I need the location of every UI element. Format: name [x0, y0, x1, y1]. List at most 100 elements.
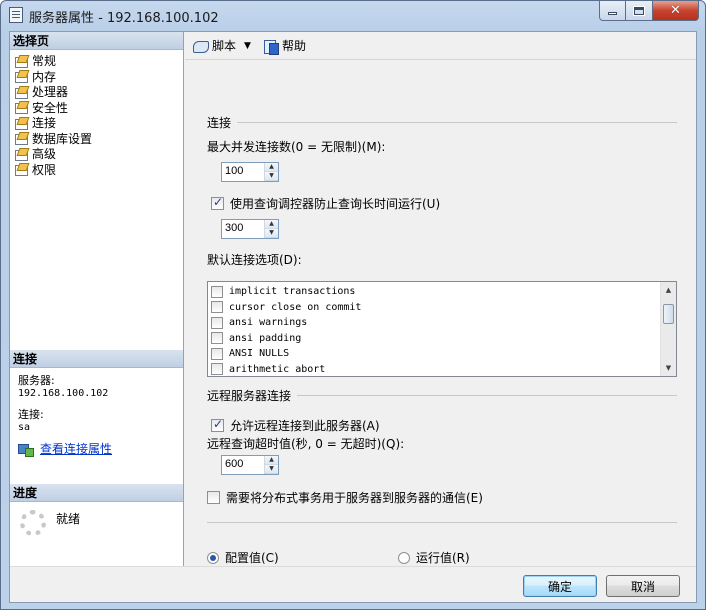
page-item-advanced[interactable]: 高级: [14, 146, 183, 162]
page-item-permissions[interactable]: 权限: [14, 162, 183, 178]
progress-status: 就绪: [56, 512, 81, 526]
ok-button[interactable]: 确定: [523, 575, 597, 597]
title-bar[interactable]: 服务器属性 - 192.168.100.102 ✕: [1, 1, 705, 29]
close-icon: ✕: [670, 3, 681, 18]
page-item-label: 数据库设置: [32, 131, 93, 146]
query-governor-checkbox[interactable]: 使用查询调控器防止查询长时间运行(U): [211, 195, 440, 212]
page-item-label: 高级: [32, 147, 57, 162]
server-value: 192.168.100.102: [18, 388, 109, 399]
page-item-general[interactable]: 常规: [14, 53, 183, 69]
option-label: ansi padding: [229, 332, 302, 344]
checkbox-icon[interactable]: [207, 491, 220, 504]
help-button[interactable]: 帮助: [263, 37, 306, 55]
default-options-label: 默认连接选项(D):: [207, 253, 302, 267]
view-connection-properties-link[interactable]: 查看连接属性: [18, 441, 175, 457]
connection-label: 连接:: [18, 408, 44, 421]
connections-group-title: 连接: [207, 114, 677, 131]
view-link-label: 查看连接属性: [40, 441, 113, 456]
options-scrollbar[interactable]: ▲ ▼: [660, 282, 676, 376]
progress-header: 进度: [10, 484, 183, 502]
radio-selected-icon[interactable]: [207, 551, 219, 564]
list-item[interactable]: ansi padding: [208, 331, 660, 347]
checkbox-icon[interactable]: [211, 316, 223, 329]
stepper-down-icon[interactable]: ▼: [265, 465, 278, 474]
remote-timeout-stepper[interactable]: 600 ▲ ▼: [221, 455, 279, 475]
checkbox-icon[interactable]: [211, 301, 223, 314]
query-governor-stepper[interactable]: 300 ▲ ▼: [221, 219, 279, 239]
default-options-list[interactable]: implicit transactions cursor close on co…: [207, 281, 677, 377]
stepper-up-icon[interactable]: ▲: [265, 220, 278, 229]
left-pane: 选择页 常规 内存 处理器 安全性 连接 数据库设置 高级 权限 连接 服务器:…: [10, 32, 184, 566]
page-item-label: 连接: [32, 116, 57, 131]
connection-value: sa: [18, 422, 31, 433]
close-button[interactable]: ✕: [653, 1, 699, 21]
default-options-rows: implicit transactions cursor close on co…: [208, 282, 660, 376]
list-item[interactable]: ANSI NULLS: [208, 346, 660, 362]
running-value-label: 运行值(R): [416, 551, 470, 565]
stepper-up-icon[interactable]: ▲: [265, 456, 278, 465]
page-icon: [14, 86, 28, 99]
connections-group-label: 连接: [207, 116, 232, 130]
minimize-button[interactable]: [599, 1, 626, 21]
progress-section: 进度 就绪: [10, 484, 183, 562]
stepper-up-icon[interactable]: ▲: [265, 163, 278, 172]
script-button[interactable]: 脚本 ▼: [193, 37, 251, 54]
maximize-icon: [633, 5, 645, 16]
page-icon: [14, 148, 28, 161]
progress-spinner-icon: [20, 510, 46, 536]
option-label: ANSI NULLS: [229, 348, 290, 360]
page-item-label: 内存: [32, 69, 57, 84]
checkbox-icon[interactable]: [211, 285, 223, 298]
page-item-processors[interactable]: 处理器: [14, 84, 183, 100]
allow-remote-label: 允许远程连接到此服务器(A): [230, 419, 380, 433]
help-label: 帮助: [281, 39, 306, 53]
checkbox-checked-icon[interactable]: [211, 195, 224, 210]
connection-section: 连接 服务器: 192.168.100.102 连接: sa 查看连接属性: [10, 350, 183, 462]
list-item[interactable]: arithmetic abort: [208, 362, 660, 377]
scroll-up-icon[interactable]: ▲: [661, 282, 676, 298]
list-item[interactable]: ansi warnings: [208, 315, 660, 331]
cancel-button[interactable]: 取消: [606, 575, 680, 597]
connection-properties-icon: [18, 442, 34, 457]
remote-timeout-value[interactable]: 600: [222, 456, 264, 474]
max-connections-value[interactable]: 100: [222, 163, 264, 181]
page-item-connections[interactable]: 连接: [14, 115, 183, 131]
scroll-down-icon[interactable]: ▼: [661, 360, 676, 376]
dialog-footer: 确定 取消: [10, 566, 696, 602]
maximize-button[interactable]: [626, 1, 653, 21]
page-item-memory[interactable]: 内存: [14, 69, 183, 85]
checkbox-icon[interactable]: [211, 332, 223, 345]
chevron-down-icon[interactable]: ▼: [244, 41, 251, 51]
page-icon: [14, 163, 28, 177]
config-value-radio[interactable]: 配置值(C): [207, 549, 279, 566]
running-value-radio[interactable]: 运行值(R): [398, 549, 470, 566]
minimize-icon: [608, 12, 617, 15]
select-page-header: 选择页: [10, 32, 183, 50]
page-item-security[interactable]: 安全性: [14, 100, 183, 116]
page-item-label: 常规: [32, 54, 57, 69]
checkbox-icon[interactable]: [211, 363, 223, 376]
max-connections-label: 最大并发连接数(0 = 无限制)(M):: [207, 140, 386, 154]
stepper-arrows: ▲ ▼: [264, 456, 278, 474]
query-governor-value[interactable]: 300: [222, 220, 264, 238]
allow-remote-checkbox[interactable]: 允许远程连接到此服务器(A): [211, 417, 380, 434]
window-title: 服务器属性 - 192.168.100.102: [29, 11, 219, 26]
page-list: 常规 内存 处理器 安全性 连接 数据库设置 高级 权限: [10, 50, 183, 177]
distributed-transactions-checkbox[interactable]: 需要将分布式事务用于服务器到服务器的通信(E): [207, 489, 483, 506]
list-item[interactable]: implicit transactions: [208, 284, 660, 300]
page-item-database-settings[interactable]: 数据库设置: [14, 131, 183, 147]
checkbox-icon[interactable]: [211, 347, 223, 360]
scroll-thumb[interactable]: [663, 304, 674, 324]
radio-icon[interactable]: [398, 551, 410, 564]
max-connections-stepper[interactable]: 100 ▲ ▼: [221, 162, 279, 182]
window-document-icon: [9, 7, 23, 23]
divider: [207, 522, 677, 523]
page-item-label: 权限: [32, 162, 57, 177]
dialog-client-area: 选择页 常规 内存 处理器 安全性 连接 数据库设置 高级 权限 连接 服务器:…: [9, 31, 697, 603]
option-label: ansi warnings: [229, 317, 308, 329]
stepper-down-icon[interactable]: ▼: [265, 229, 278, 238]
checkbox-checked-icon[interactable]: [211, 417, 224, 432]
list-item[interactable]: cursor close on commit: [208, 300, 660, 316]
stepper-down-icon[interactable]: ▼: [265, 172, 278, 181]
window-controls: ✕: [599, 1, 699, 21]
